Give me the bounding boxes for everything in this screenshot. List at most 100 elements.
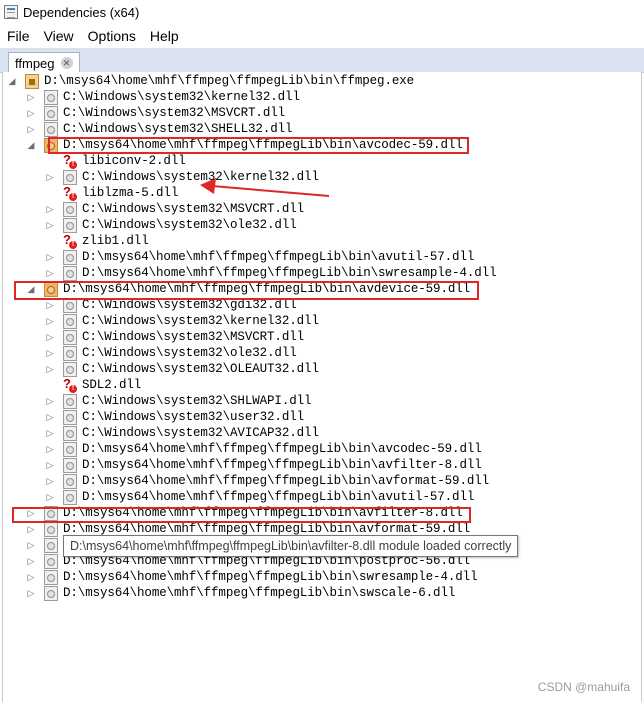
- tree-row[interactable]: ▷ D:\msys64\home\mhf\ffmpeg\ffmpegLib\bin…: [45, 249, 474, 265]
- module-path-label: D:\msys64\home\mhf\ffmpeg\ffmpegLib\bin\…: [63, 138, 463, 152]
- expand-triangle-icon[interactable]: ▷: [26, 569, 36, 585]
- close-icon[interactable]: ✕: [60, 57, 73, 69]
- tree-row[interactable]: ▷ C:\Windows\system32\MSVCRT.dll: [45, 329, 304, 345]
- dll-module-icon: [63, 409, 77, 425]
- expand-triangle-icon[interactable]: ▷: [45, 489, 55, 505]
- tree-row[interactable]: ?! SDL2.dll: [45, 376, 142, 393]
- tree-row[interactable]: ▷ C:\Windows\system32\SHELL32.dll: [26, 121, 293, 137]
- module-path-label: C:\Windows\system32\kernel32.dll: [82, 314, 319, 328]
- module-path-label: D:\msys64\home\mhf\ffmpeg\ffmpegLib\bin\…: [63, 570, 478, 584]
- module-path-label: C:\Windows\system32\gdi32.dll: [82, 298, 297, 312]
- dll-module-icon: [63, 473, 77, 489]
- dll-module-icon: [63, 169, 77, 185]
- module-path-label: C:\Windows\system32\ole32.dll: [82, 218, 297, 232]
- tree-row[interactable]: ▷ D:\msys64\home\mhf\ffmpeg\ffmpegLib\bin…: [45, 473, 489, 489]
- expand-triangle-icon[interactable]: ▷: [45, 201, 55, 217]
- menu-help[interactable]: Help: [143, 28, 186, 44]
- dll-module-icon: [44, 505, 58, 521]
- module-icon-highlighted: [44, 281, 58, 297]
- dll-module-icon: [63, 249, 77, 265]
- tree-row[interactable]: ▷ C:\Windows\system32\SHLWAPI.dll: [45, 393, 312, 409]
- tree-row[interactable]: ▷ D:\msys64\home\mhf\ffmpeg\ffmpegLib\bin…: [26, 585, 455, 601]
- dll-module-icon: [63, 217, 77, 233]
- expand-triangle-icon[interactable]: ▷: [26, 553, 36, 569]
- tree-row[interactable]: ▷ C:\Windows\system32\user32.dll: [45, 409, 304, 425]
- expand-triangle-icon[interactable]: ▷: [26, 89, 36, 105]
- tree-row[interactable]: ▷ C:\Windows\system32\ole32.dll: [45, 217, 297, 233]
- dll-module-icon: [63, 457, 77, 473]
- expand-triangle-icon[interactable]: ▷: [45, 329, 55, 345]
- tree-row[interactable]: ▷ C:\Windows\system32\kernel32.dll: [45, 313, 319, 329]
- module-path-label: C:\Windows\system32\MSVCRT.dll: [63, 106, 286, 120]
- dependency-tree[interactable]: ◢ D:\msys64\home\mhf\ffmpeg\ffmpegLib\bin…: [2, 72, 642, 702]
- tree-row[interactable]: ▷ C:\Windows\system32\MSVCRT.dll: [26, 105, 285, 121]
- tree-row[interactable]: ▷ D:\msys64\home\mhf\ffmpeg\ffmpegLib\bin…: [45, 265, 497, 281]
- menu-options[interactable]: Options: [81, 28, 143, 44]
- tree-row[interactable]: ▷ C:\Windows\system32\OLEAUT32.dll: [45, 361, 319, 377]
- expand-triangle-icon[interactable]: ▷: [45, 409, 55, 425]
- tree-row[interactable]: ▷ C:\Windows\system32\MSVCRT.dll: [45, 201, 304, 217]
- module-path-label: D:\msys64\home\mhf\ffmpeg\ffmpegLib\bin\…: [63, 586, 456, 600]
- tree-row[interactable]: ▷ D:\msys64\home\mhf\ffmpeg\ffmpegLib\bin…: [45, 457, 482, 473]
- missing-module-icon: ?!: [63, 184, 77, 201]
- expand-triangle-icon[interactable]: ▷: [26, 521, 36, 537]
- tab-strip: ffmpeg ✕: [0, 48, 644, 73]
- expand-triangle-icon[interactable]: ▷: [45, 393, 55, 409]
- expand-triangle-icon[interactable]: ▷: [45, 361, 55, 377]
- collapse-triangle-icon[interactable]: ◢: [26, 281, 36, 297]
- tree-row[interactable]: ▷ D:\msys64\home\mhf\ffmpeg\ffmpegLib\bin…: [45, 489, 474, 505]
- tree-row[interactable]: ▷ D:\msys64\home\mhf\ffmpeg\ffmpegLib\bin…: [26, 505, 463, 521]
- tree-row[interactable]: ▷ C:\Windows\system32\kernel32.dll: [26, 89, 300, 105]
- tree-row[interactable]: ▷ C:\Windows\system32\kernel32.dll: [45, 169, 319, 185]
- dll-module-icon: [44, 521, 58, 537]
- collapse-triangle-icon[interactable]: ◢: [7, 73, 17, 89]
- expand-triangle-icon[interactable]: ▷: [45, 425, 55, 441]
- module-path-label: C:\Windows\system32\ole32.dll: [82, 346, 297, 360]
- menu-file[interactable]: File: [0, 28, 37, 44]
- expand-triangle-icon[interactable]: ▷: [45, 457, 55, 473]
- tree-row[interactable]: ▷ C:\Windows\system32\ole32.dll: [45, 345, 297, 361]
- expand-triangle-icon[interactable]: ▷: [45, 345, 55, 361]
- tree-row[interactable]: ▷ C:\Windows\system32\AVICAP32.dll: [45, 425, 319, 441]
- menu-view[interactable]: View: [37, 28, 81, 44]
- expand-triangle-icon[interactable]: ▷: [26, 585, 36, 601]
- expand-triangle-icon[interactable]: ▷: [45, 297, 55, 313]
- tree-row[interactable]: ▷ D:\msys64\home\mhf\ffmpeg\ffmpegLib\bin…: [45, 441, 482, 457]
- module-path-label: C:\Windows\system32\user32.dll: [82, 410, 305, 424]
- expand-triangle-icon[interactable]: ▷: [26, 505, 36, 521]
- expand-triangle-icon[interactable]: ▷: [26, 537, 36, 553]
- tree-row[interactable]: ?! liblzma-5.dll: [45, 184, 178, 201]
- dll-module-icon: [44, 537, 58, 553]
- expand-triangle-icon[interactable]: ▷: [45, 169, 55, 185]
- tab-ffmpeg[interactable]: ffmpeg ✕: [8, 52, 80, 73]
- expand-triangle-icon[interactable]: ▷: [26, 121, 36, 137]
- expand-triangle-icon[interactable]: ▷: [45, 249, 55, 265]
- module-path-label: D:\msys64\home\mhf\ffmpeg\ffmpegLib\bin\…: [82, 490, 475, 504]
- executable-icon: [25, 73, 39, 89]
- expand-triangle-icon[interactable]: ▷: [45, 441, 55, 457]
- module-path-label: D:\msys64\home\mhf\ffmpeg\ffmpegLib\bin\…: [63, 506, 463, 520]
- expand-triangle-icon[interactable]: ▷: [45, 265, 55, 281]
- expand-triangle-icon[interactable]: ▷: [26, 105, 36, 121]
- expand-triangle-icon[interactable]: ▷: [45, 217, 55, 233]
- dll-module-icon: [63, 297, 77, 313]
- tree-row[interactable]: ?! zlib1.dll: [45, 232, 149, 249]
- tree-row[interactable]: ◢ D:\msys64\home\mhf\ffmpeg\ffmpegLib\bin…: [26, 137, 463, 153]
- tree-row[interactable]: ◢ D:\msys64\home\mhf\ffmpeg\ffmpegLib\bin…: [7, 73, 414, 89]
- dll-module-icon: [63, 201, 77, 217]
- dll-module-icon: [63, 441, 77, 457]
- module-path-label: C:\Windows\system32\OLEAUT32.dll: [82, 362, 319, 376]
- expand-triangle-icon[interactable]: ▷: [45, 473, 55, 489]
- tree-row[interactable]: ▷ D:\msys64\home\mhf\ffmpeg\ffmpegLib\bin…: [26, 569, 478, 585]
- dll-module-icon: [63, 329, 77, 345]
- tree-row[interactable]: ?! libiconv-2.dll: [45, 152, 186, 169]
- tree-row[interactable]: ▷ C:\Windows\system32\gdi32.dll: [45, 297, 297, 313]
- module-path-label: SDL2.dll: [82, 378, 142, 392]
- tree-row[interactable]: ◢ D:\msys64\home\mhf\ffmpeg\ffmpegLib\bin…: [26, 281, 470, 297]
- title-bar: Dependencies (x64): [0, 0, 644, 24]
- expand-triangle-icon[interactable]: ▷: [45, 313, 55, 329]
- collapse-triangle-icon[interactable]: ◢: [26, 137, 36, 153]
- module-path-label: D:\msys64\home\mhf\ffmpeg\ffmpegLib\bin\…: [82, 442, 482, 456]
